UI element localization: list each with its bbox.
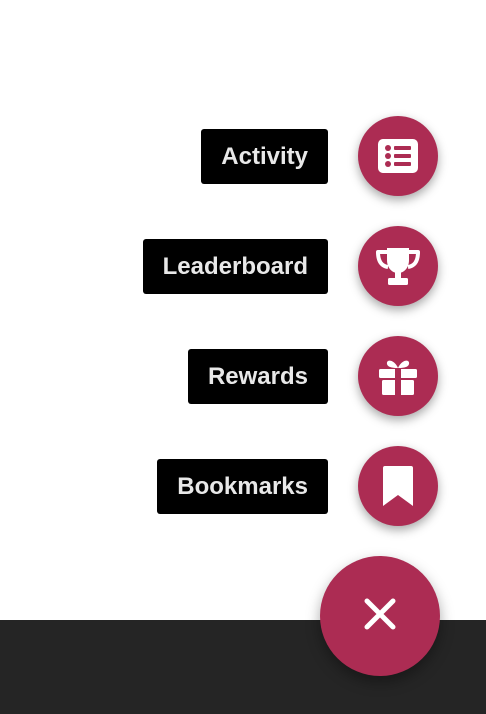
activity-label[interactable]: Activity [201,128,328,184]
speed-dial-action-activity: Activity [201,116,438,196]
activity-button[interactable] [358,116,438,196]
gift-icon [378,357,418,395]
page: Activity Leaderboard Rewards Bookmarks [0,0,486,714]
close-icon [364,598,396,635]
bookmarks-button[interactable] [358,446,438,526]
rewards-button[interactable] [358,336,438,416]
bookmarks-label[interactable]: Bookmarks [157,458,328,514]
leaderboard-label[interactable]: Leaderboard [142,238,328,294]
speed-dial-toggle-button[interactable] [320,556,440,676]
list-alt-icon [378,139,418,173]
leaderboard-button[interactable] [358,226,438,306]
speed-dial-action-bookmarks: Bookmarks [157,446,438,526]
trophy-icon [375,246,421,286]
rewards-label[interactable]: Rewards [187,348,328,404]
speed-dial-action-rewards: Rewards [187,336,438,416]
speed-dial-action-leaderboard: Leaderboard [142,226,438,306]
bookmark-icon [383,466,413,506]
